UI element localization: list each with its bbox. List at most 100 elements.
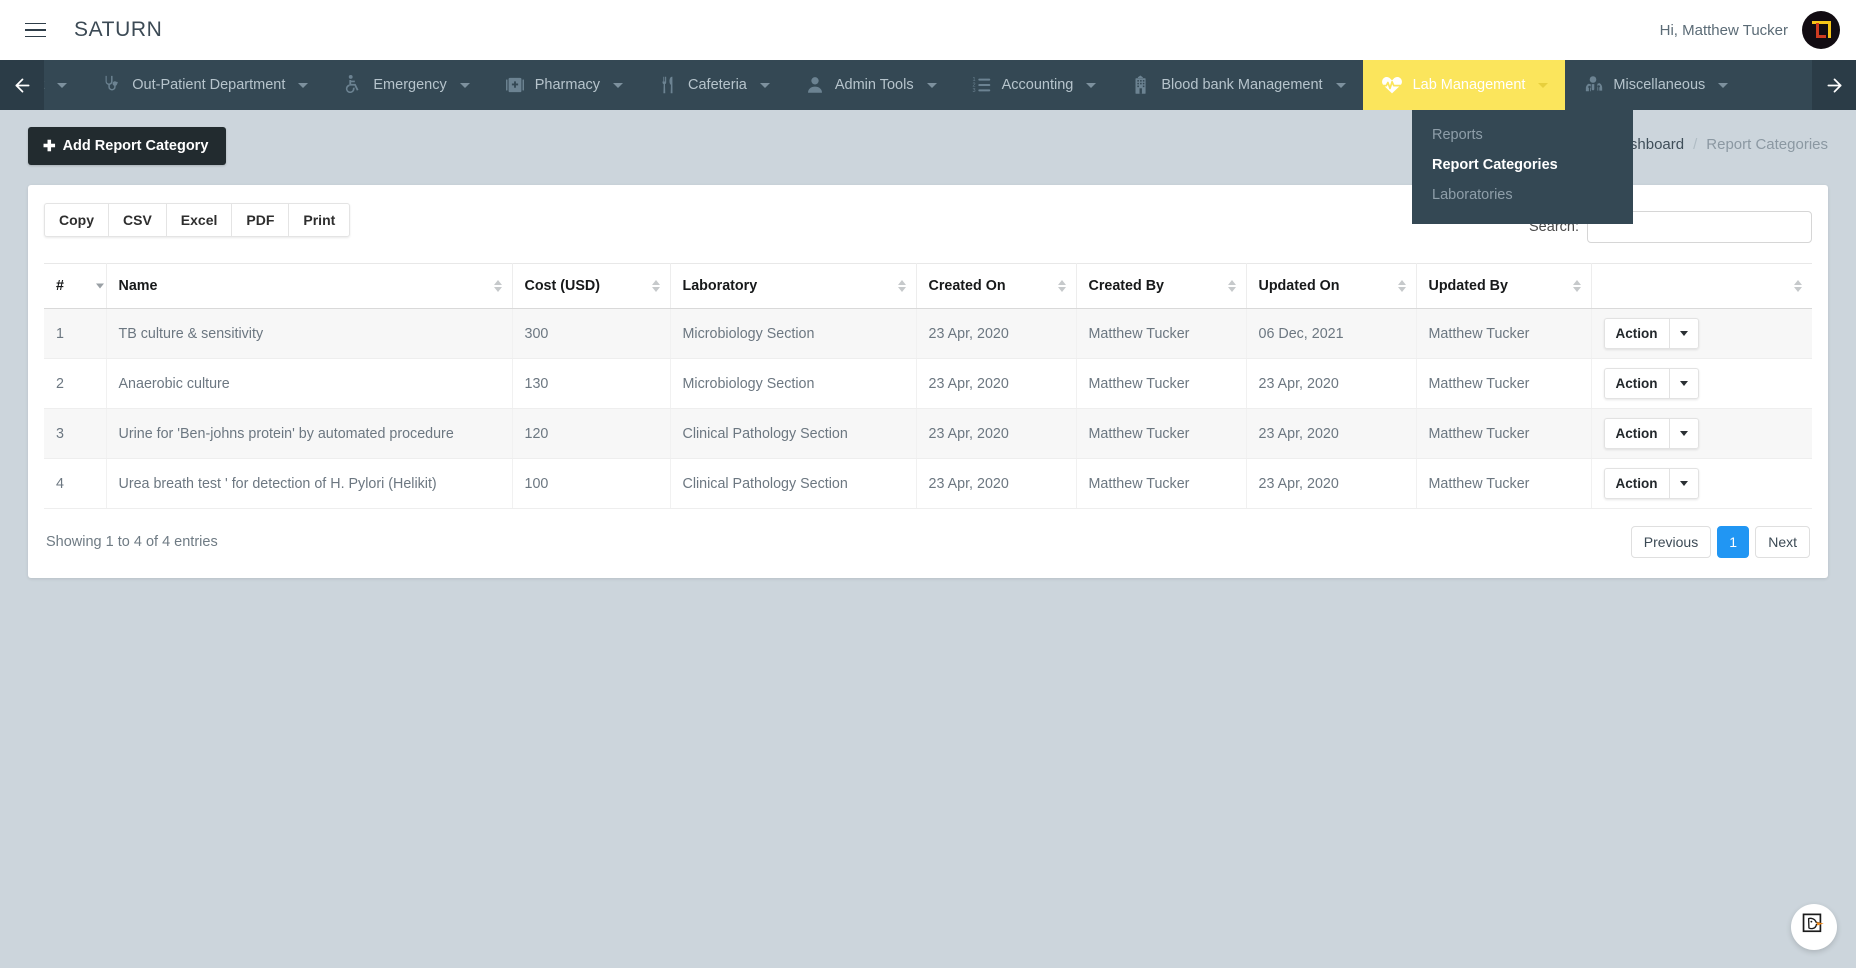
sort-indicator-created-on[interactable] (1057, 280, 1066, 292)
add-report-category-button[interactable]: ✚ Add Report Category (28, 127, 227, 165)
hamburger-icon[interactable] (18, 13, 52, 47)
column-header-actions[interactable] (1591, 263, 1812, 309)
column-header-laboratory[interactable]: Laboratory (670, 263, 917, 309)
dropdown-item-reports[interactable]: Reports (1412, 120, 1633, 150)
cell-updated-by: Matthew Tucker (1416, 408, 1592, 459)
cell-cost: 300 (512, 308, 671, 359)
cell-laboratory: Clinical Pathology Section (670, 408, 917, 459)
header-user-area: Hi, Matthew Tucker (1660, 11, 1840, 49)
action-dropdown[interactable]: Action (1603, 468, 1699, 499)
pagination: Previous 1 Next (1630, 526, 1810, 558)
chevron-down-icon (759, 82, 770, 88)
nav-scroll-left-button[interactable] (0, 60, 44, 110)
ordered-list-icon: 123 (971, 74, 993, 96)
nav-item-cafeteria[interactable]: Cafeteria (640, 60, 787, 110)
nav-item-label: Emergency (373, 77, 447, 93)
sort-indicator-cost[interactable] (651, 280, 660, 292)
cell-cost: 130 (512, 358, 671, 409)
column-header-cost[interactable]: Cost (USD) (512, 263, 671, 309)
pagination-page-1[interactable]: 1 (1717, 526, 1750, 558)
cell-laboratory: Clinical Pathology Section (670, 458, 917, 509)
cell-number: 4 (44, 458, 107, 509)
nav-item-out-patient-department[interactable]: Out-Patient Department (84, 60, 325, 110)
nav-scroll-right-button[interactable] (1812, 60, 1856, 110)
breadcrumb-item-report-categories: Report Categories (1706, 136, 1828, 153)
nav-item-admin-tools[interactable]: Admin Tools (787, 60, 954, 110)
nav-item-pharmacy[interactable]: Pharmacy (487, 60, 640, 110)
print-button[interactable]: Print (288, 203, 351, 237)
nav-item-label: Miscellaneous (1613, 77, 1706, 93)
action-button-label[interactable]: Action (1603, 468, 1669, 499)
heartbeat-icon (1380, 73, 1404, 97)
column-header-name[interactable]: Name (106, 263, 513, 309)
dropdown-item-laboratories[interactable]: Laboratories (1412, 180, 1633, 210)
cell-action: Action (1591, 358, 1812, 409)
action-caret-button[interactable] (1668, 318, 1699, 349)
sort-indicator-updated-on[interactable] (1397, 280, 1406, 292)
excel-button[interactable]: Excel (165, 203, 232, 237)
chevron-down-icon (1335, 82, 1346, 88)
report-categories-table: # Name Cost (USD) Laboratory Created On … (44, 263, 1812, 509)
entries-info: Showing 1 to 4 of 4 entries (46, 534, 218, 550)
cell-updated-by: Matthew Tucker (1416, 358, 1592, 409)
pagination-previous-button[interactable]: Previous (1630, 526, 1712, 558)
chat-widget-button[interactable] (1791, 904, 1837, 950)
csv-button[interactable]: CSV (108, 203, 166, 237)
table-row: 1 TB culture & sensitivity 300 Microbiol… (44, 308, 1812, 359)
column-header-number[interactable]: # (44, 263, 107, 309)
action-dropdown[interactable]: Action (1603, 368, 1699, 399)
nav-item-lab-management[interactable]: Lab Management (1362, 60, 1566, 110)
cell-name: Anaerobic culture (106, 358, 513, 409)
chevron-down-icon (1718, 82, 1729, 88)
nav-item-emergency[interactable]: Emergency (325, 60, 486, 110)
sort-indicator-actions[interactable] (1794, 280, 1802, 292)
nav-item-label: Out-Patient Department (132, 77, 286, 93)
plus-icon: ✚ (43, 137, 56, 155)
column-header-created-by[interactable]: Created By (1076, 263, 1247, 309)
table-row: 3 Urine for 'Ben-johns protein' by autom… (44, 408, 1812, 459)
page-content: ✚ Add Report Category Dashboard / Report… (0, 110, 1856, 968)
cell-name: Urea breath test ' for detection of H. P… (106, 458, 513, 509)
column-header-updated-on[interactable]: Updated On (1246, 263, 1417, 309)
action-button-label[interactable]: Action (1603, 368, 1669, 399)
first-aid-kit-icon (504, 74, 526, 96)
nav-item-label: Cafeteria (688, 77, 747, 93)
cell-number: 1 (44, 308, 107, 359)
table-head: # Name Cost (USD) Laboratory Created On … (44, 263, 1812, 309)
add-report-category-label: Add Report Category (62, 138, 209, 154)
column-header-updated-by[interactable]: Updated By (1416, 263, 1592, 309)
sort-indicator-number[interactable] (96, 283, 104, 289)
nav-item-miscellaneous[interactable]: Miscellaneous (1565, 60, 1745, 110)
action-button-label[interactable]: Action (1603, 318, 1669, 349)
nav-item-blood-bank-management[interactable]: Blood bank Management (1113, 60, 1362, 110)
chevron-down-icon (613, 82, 624, 88)
app-brand-title: SATURN (74, 18, 163, 41)
chevron-down-icon (1538, 82, 1549, 88)
nav-item-accounting[interactable]: 123 Accounting (954, 60, 1114, 110)
chevron-down-icon (57, 82, 68, 88)
sort-indicator-laboratory[interactable] (897, 280, 906, 292)
action-dropdown[interactable]: Action (1603, 318, 1699, 349)
avatar[interactable] (1802, 11, 1840, 49)
cell-updated-by: Matthew Tucker (1416, 458, 1592, 509)
action-button-label[interactable]: Action (1603, 418, 1669, 449)
dropdown-item-report-categories[interactable]: Report Categories (1412, 150, 1633, 180)
action-caret-button[interactable] (1668, 468, 1699, 499)
cell-created-by: Matthew Tucker (1076, 358, 1247, 409)
pagination-next-button[interactable]: Next (1755, 526, 1810, 558)
sort-indicator-updated-by[interactable] (1572, 280, 1581, 292)
cell-updated-on: 23 Apr, 2020 (1246, 408, 1417, 459)
action-caret-button[interactable] (1668, 368, 1699, 399)
copy-button[interactable]: Copy (44, 203, 108, 237)
table-body: 1 TB culture & sensitivity 300 Microbiol… (44, 308, 1812, 509)
pdf-button[interactable]: PDF (231, 203, 289, 237)
cell-cost: 120 (512, 408, 671, 459)
action-caret-button[interactable] (1668, 418, 1699, 449)
action-dropdown[interactable]: Action (1603, 418, 1699, 449)
cell-created-by: Matthew Tucker (1076, 458, 1247, 509)
chevron-down-icon (926, 82, 937, 88)
sort-indicator-name[interactable] (493, 280, 502, 292)
sort-indicator-created-by[interactable] (1227, 280, 1236, 292)
nav-item-department[interactable]: ment (44, 60, 84, 110)
column-header-created-on[interactable]: Created On (916, 263, 1077, 309)
